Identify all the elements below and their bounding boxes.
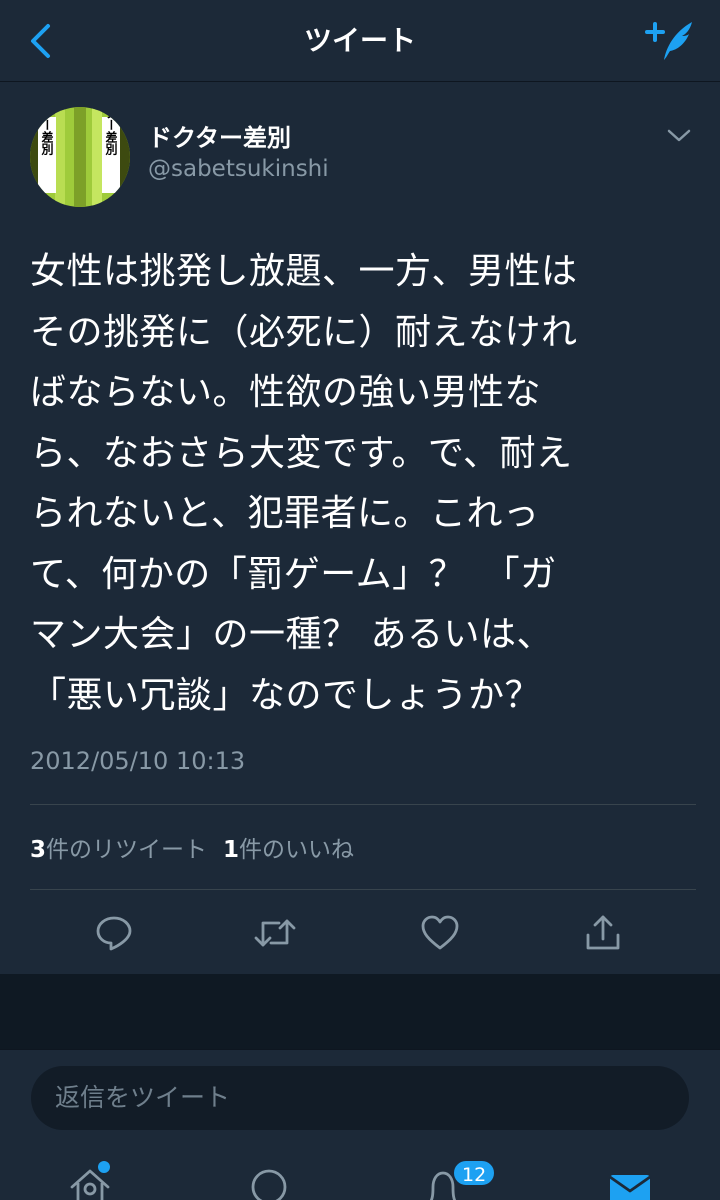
tweet-text-line: マン大会」の一種？ あるいは、 — [30, 614, 553, 655]
tweet-text: 女性は挑発し放題、一方、男性は その挑発に（必死に）耐えなけれ ばならない。性欲… — [30, 242, 680, 726]
reply-button[interactable] — [91, 910, 137, 956]
tab-home[interactable] — [60, 1165, 120, 1200]
tweet-text-line: 「悪い冗談」なのでしょうか？ — [30, 674, 542, 716]
share-button[interactable] — [580, 910, 626, 956]
search-icon — [251, 1169, 287, 1200]
tab-messages[interactable] — [600, 1165, 660, 1200]
tweet-card: ドクター差別 ドクター差別 ドクター差別 @sabetsukinshi 女性は挑… — [0, 82, 720, 974]
user-handle[interactable]: @sabetsukinshi — [148, 156, 329, 182]
like-count: 1 — [223, 837, 240, 863]
retweet-button[interactable] — [252, 910, 298, 956]
retweet-icon — [254, 919, 296, 947]
chevron-left-icon — [31, 24, 50, 58]
page-title: ツイート — [303, 24, 416, 57]
avatar-label-left: ドクター差別 — [40, 107, 54, 156]
tweet-text-line: て、何かの「罰ゲーム」？ 「ガ — [30, 553, 557, 595]
divider — [30, 804, 696, 805]
avatar-label-right: ドクター差別 — [104, 107, 118, 156]
display-name[interactable]: ドクター差別 — [148, 118, 291, 153]
new-content-dot — [98, 1161, 110, 1173]
tweet-menu-button[interactable] — [664, 124, 694, 148]
share-icon — [586, 915, 620, 950]
tweet-text-line: その挑発に（必死に）耐えなけれ — [30, 311, 578, 353]
mail-icon — [609, 1175, 651, 1200]
chevron-down-icon — [667, 129, 691, 142]
tweet-actions — [0, 902, 720, 964]
tweet-timestamp: 2012/05/10 10:13 — [30, 747, 246, 775]
like-button[interactable] — [417, 910, 463, 956]
retweet-count: 3 — [30, 837, 47, 863]
reply-bar: 返信をツイート — [0, 1049, 720, 1139]
avatar[interactable]: ドクター差別 ドクター差別 — [30, 107, 130, 207]
engagement-stats: 3件のリツイート 1件のいいね — [30, 830, 354, 864]
tweet-text-line: 女性は挑発し放題、一方、男性は — [30, 251, 578, 292]
like-label: 件のいいね — [239, 837, 355, 863]
heart-icon — [421, 915, 459, 950]
reply-icon — [96, 916, 132, 951]
tab-search[interactable] — [239, 1165, 299, 1200]
bottom-tab-bar: 12 — [0, 1139, 720, 1200]
back-button[interactable] — [18, 18, 64, 64]
tweet-text-line: られないと、犯罪者に。これっ — [30, 493, 540, 534]
reply-input[interactable]: 返信をツイート — [31, 1066, 689, 1130]
navigation-bar: ツイート — [0, 0, 720, 82]
divider — [30, 889, 696, 890]
tweet-detail-screen: ツイート ドクター差別 ドクター差別 ドクター差別 @sabetsukinshi… — [0, 0, 720, 1200]
avatar-image: ドクター差別 ドクター差別 — [30, 107, 130, 207]
compose-tweet-icon — [645, 22, 692, 60]
tweet-text-line: ばならない。性欲の強い男性な — [30, 372, 542, 413]
replies-area — [0, 974, 720, 1049]
notifications-badge: 12 — [452, 1159, 497, 1187]
retweets-stat[interactable]: 3件のリツイート — [30, 830, 207, 864]
retweet-label: 件のリツイート — [46, 837, 208, 863]
tweet-text-line: ら、なおさら大変です。で、耐え — [30, 432, 573, 474]
likes-stat[interactable]: 1件のいいね — [223, 830, 354, 864]
compose-button[interactable] — [640, 14, 700, 68]
